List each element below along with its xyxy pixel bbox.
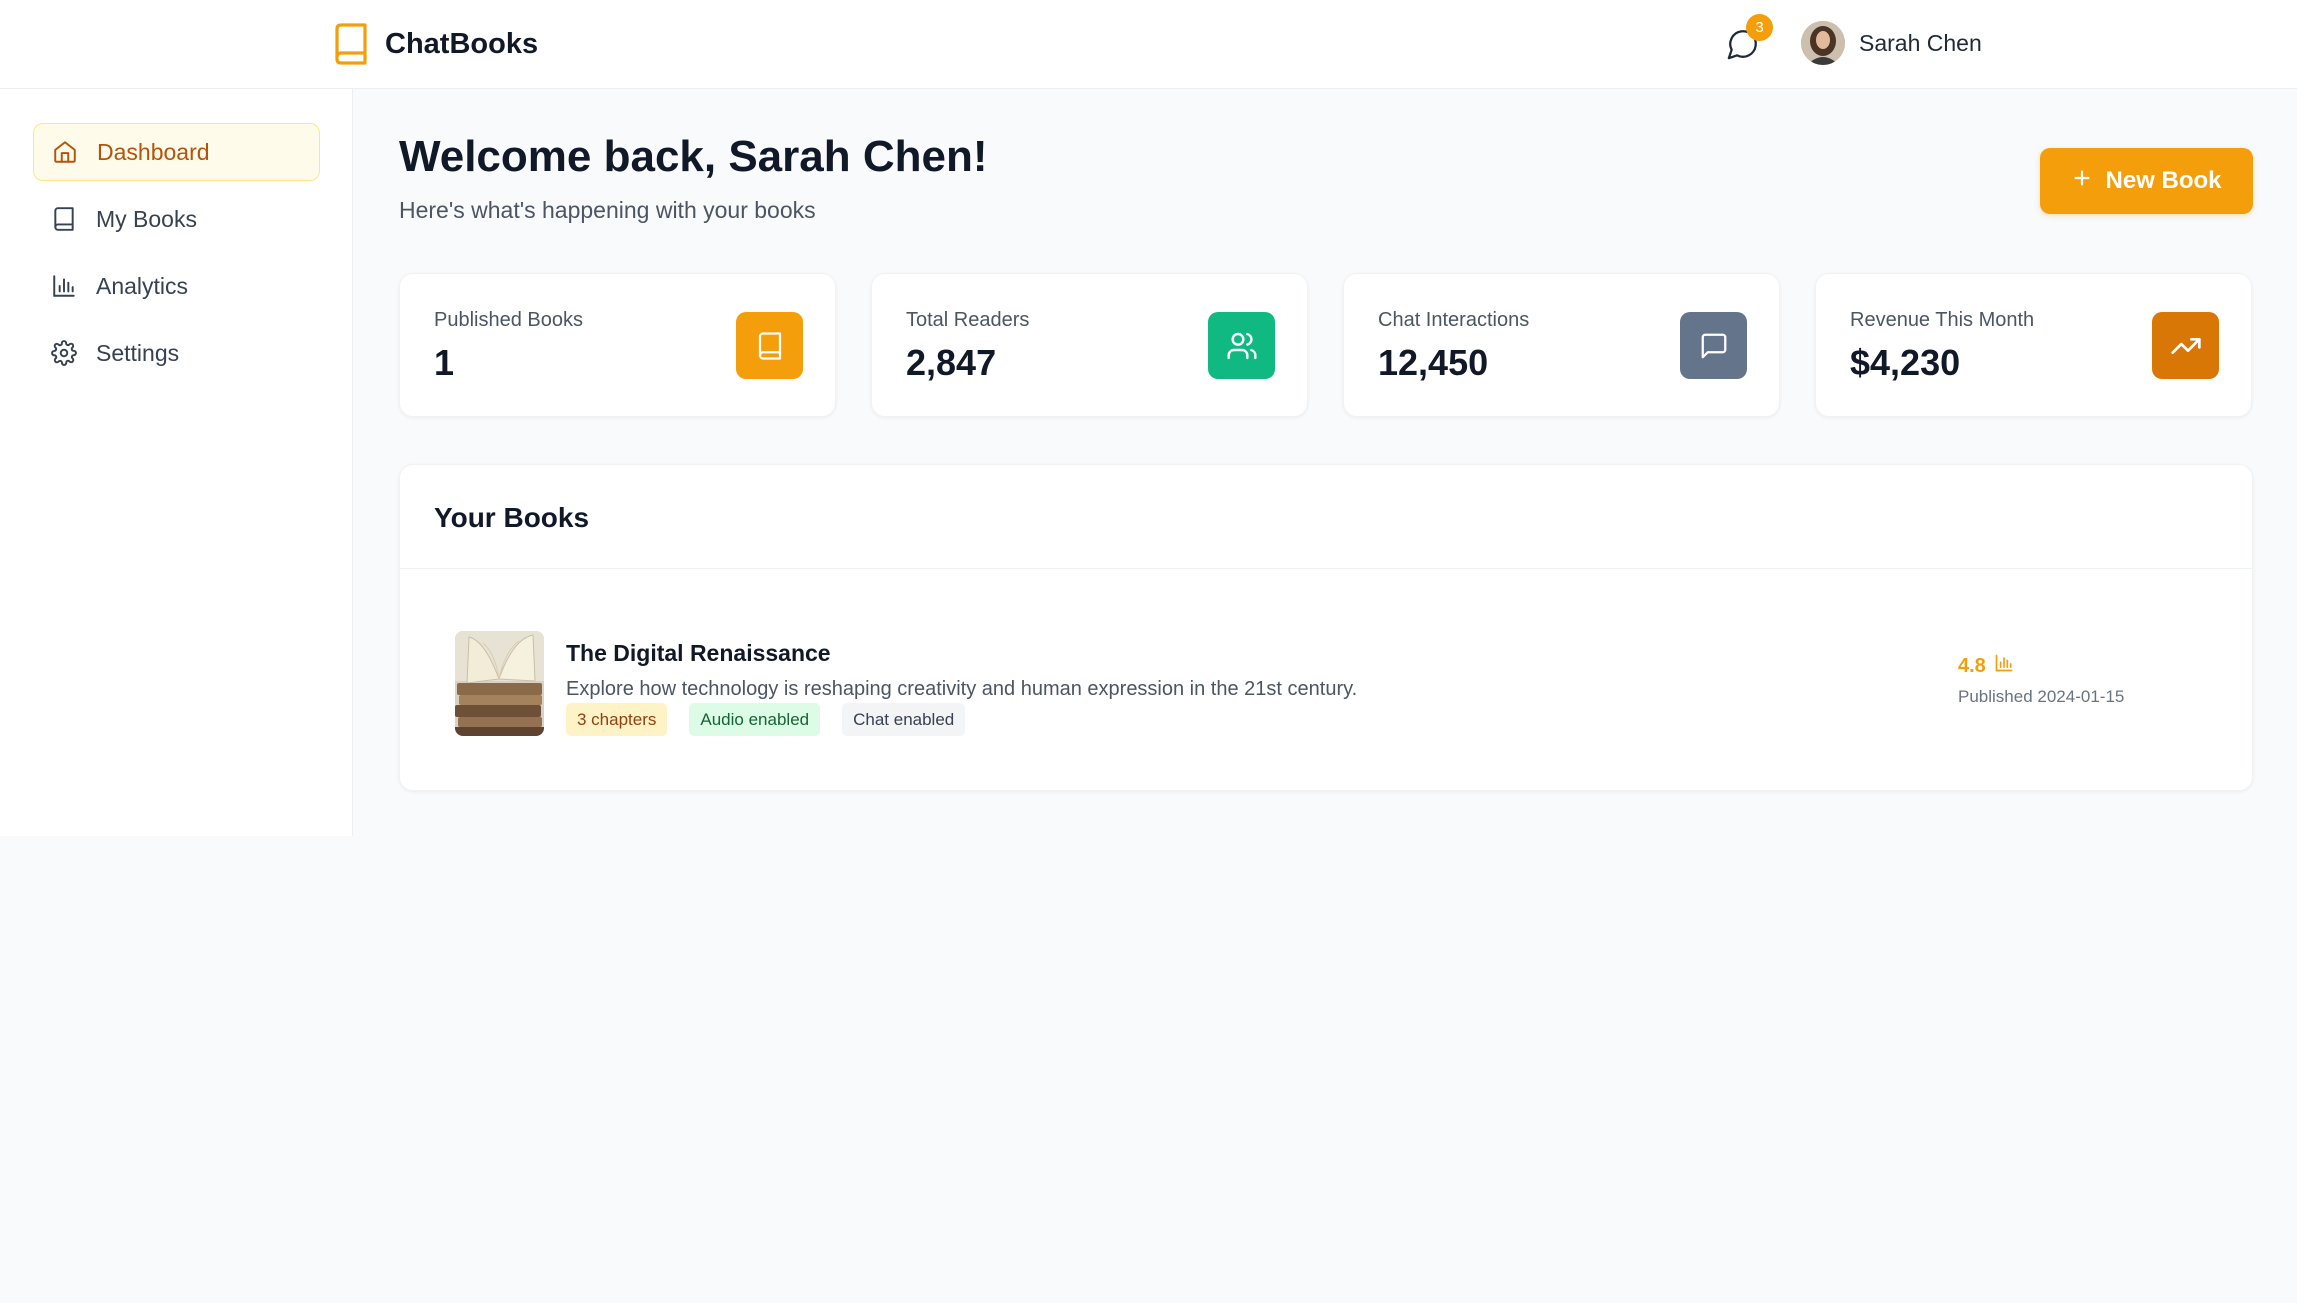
book-cover-image: [455, 631, 544, 736]
notification-badge: 3: [1746, 14, 1773, 41]
stat-value: 12,450: [1378, 342, 1489, 383]
stat-label: Published Books: [434, 309, 583, 331]
sidebar-item-my-books[interactable]: My Books: [33, 190, 320, 248]
sidebar-item-dashboard[interactable]: Dashboard: [33, 123, 320, 181]
section-title: Your Books: [434, 502, 590, 533]
sidebar-item-label: Analytics: [96, 272, 189, 299]
stat-label: Total Readers: [906, 309, 1030, 331]
stat-label: Revenue This Month: [1850, 309, 2035, 331]
stat-label: Chat Interactions: [1378, 309, 1530, 331]
stat-card-published-books: Published Books 1: [399, 273, 836, 417]
page-subtitle: Here's what's happening with your books: [399, 197, 816, 223]
app-name: ChatBooks: [385, 27, 539, 60]
book-icon: [50, 205, 78, 233]
published-date: Published 2024-01-15: [1958, 687, 2125, 706]
gear-icon: [50, 339, 78, 367]
users-icon: [1208, 312, 1275, 379]
stat-value: 2,847: [906, 342, 997, 383]
stat-card-total-readers: Total Readers 2,847: [871, 273, 1308, 417]
rating-value: 4.8: [1958, 654, 1986, 677]
your-books-card: Your Books The Digital Renaissance Explo…: [399, 464, 2253, 791]
audio-badge: Audio enabled: [689, 703, 821, 736]
book-tags: 3 chapters Audio enabled Chat enabled: [566, 703, 966, 736]
book-description: Explore how technology is reshaping crea…: [566, 678, 1358, 700]
new-book-button[interactable]: New Book: [2040, 148, 2253, 214]
stat-value: $4,230: [1850, 342, 1961, 383]
chat-badge: Chat enabled: [842, 703, 966, 736]
book-title[interactable]: The Digital Renaissance: [566, 640, 831, 667]
stat-card-revenue: Revenue This Month $4,230: [1815, 273, 2252, 417]
sidebar-item-label: Dashboard: [97, 138, 210, 165]
book-rating: 4.8: [1958, 653, 2014, 679]
book-icon: [736, 312, 803, 379]
plus-icon: [2071, 167, 2093, 196]
trending-up-icon: [2152, 312, 2219, 379]
home-icon: [51, 138, 79, 166]
stat-value: 1: [434, 342, 455, 383]
top-bar: ChatBooks 3 Sarah Chen: [0, 0, 2297, 89]
bar-chart-icon: [50, 272, 78, 300]
sidebar: Dashboard My Books Analytics Settings: [0, 89, 353, 836]
user-name: Sarah Chen: [1859, 29, 1982, 56]
user-menu[interactable]: Sarah Chen: [1801, 21, 1982, 65]
page-title: Welcome back, Sarah Chen!: [399, 132, 988, 181]
sidebar-item-label: My Books: [96, 205, 197, 232]
book-list-item[interactable]: The Digital Renaissance Explore how tech…: [455, 631, 2215, 736]
stat-card-chat-interactions: Chat Interactions 12,450: [1343, 273, 1780, 417]
new-book-label: New Book: [2105, 167, 2222, 194]
brand[interactable]: ChatBooks: [333, 22, 538, 66]
bar-chart-icon: [1994, 653, 2014, 679]
chapters-badge: 3 chapters: [566, 703, 668, 736]
sidebar-item-settings[interactable]: Settings: [33, 324, 320, 382]
avatar: [1801, 21, 1845, 65]
sidebar-item-label: Settings: [96, 339, 180, 366]
divider: [400, 568, 2252, 569]
message-icon: [1680, 312, 1747, 379]
sidebar-item-analytics[interactable]: Analytics: [33, 257, 320, 315]
book-logo-icon: [333, 22, 371, 66]
